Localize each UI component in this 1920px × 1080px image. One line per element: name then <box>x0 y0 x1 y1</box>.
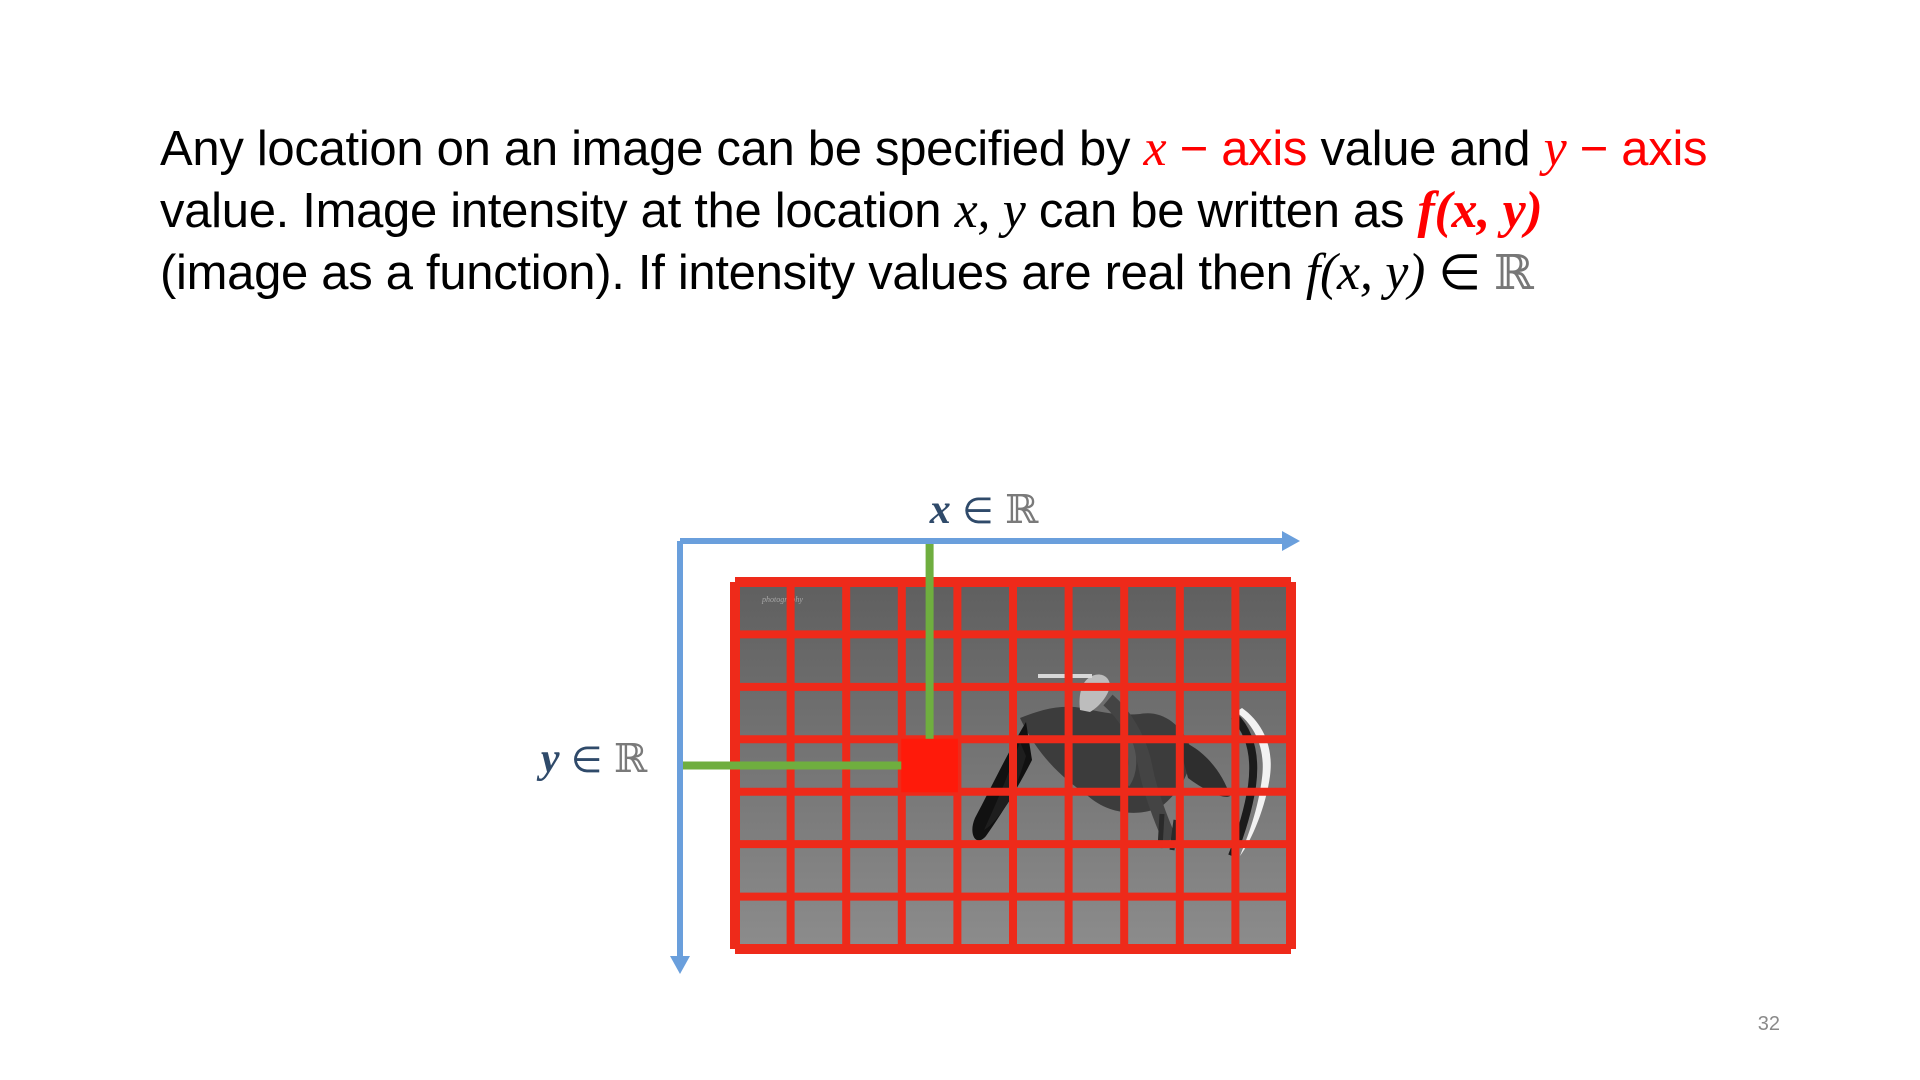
y-axis-label: y ∈ ℝ <box>536 736 648 782</box>
highlighted-pixel <box>901 738 958 793</box>
x-axis-label: x ∈ ℝ <box>929 487 1039 533</box>
y-axis-label-in: ∈ <box>560 740 614 781</box>
x-axis <box>680 531 1300 551</box>
y-axis <box>670 541 690 974</box>
image-grid-figure: photography x ∈ ℝ y ∈ ℝ <box>536 487 1300 974</box>
watermark-logo: photography <box>761 595 803 604</box>
y-axis-label-set: ℝ <box>614 736 648 782</box>
x-axis-label-set: ℝ <box>1005 487 1039 533</box>
x-axis-label-variable: x <box>929 487 951 533</box>
x-axis-label-in: ∈ <box>951 491 1005 532</box>
x-axis-arrowhead <box>1282 531 1300 551</box>
page-number: 32 <box>1757 1013 1780 1035</box>
y-axis-arrowhead <box>670 956 690 974</box>
y-axis-label-variable: y <box>536 736 560 782</box>
